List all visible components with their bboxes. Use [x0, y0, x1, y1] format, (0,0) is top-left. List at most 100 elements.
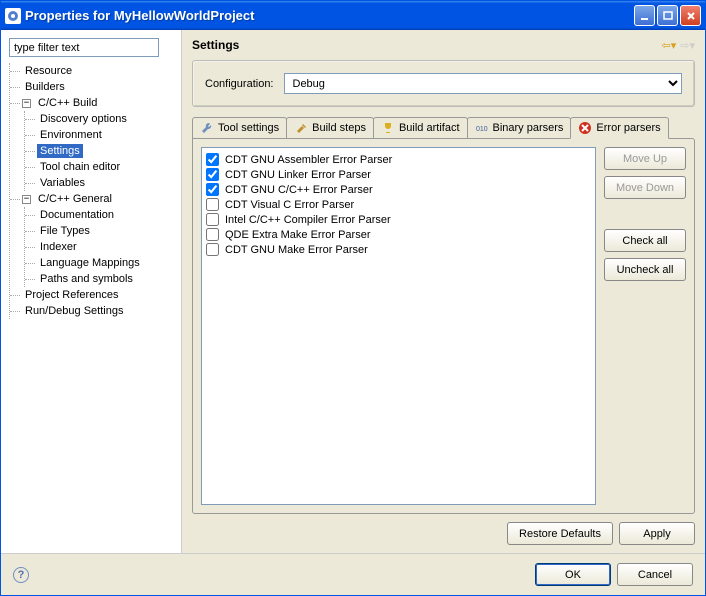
- parser-checkbox[interactable]: [206, 198, 219, 211]
- parser-label: Intel C/C++ Compiler Error Parser: [225, 214, 391, 226]
- tree-label[interactable]: Builders: [22, 80, 68, 94]
- uncheck-all-button[interactable]: Uncheck all: [604, 258, 686, 281]
- tree-label[interactable]: Paths and symbols: [37, 272, 136, 286]
- parser-checkbox[interactable]: [206, 168, 219, 181]
- parser-item[interactable]: CDT GNU Linker Error Parser: [206, 167, 591, 182]
- collapse-icon[interactable]: −: [22, 195, 31, 204]
- parser-label: QDE Extra Make Error Parser: [225, 229, 370, 241]
- tree-item[interactable]: File Types: [33, 223, 173, 239]
- tree-label[interactable]: Tool chain editor: [37, 160, 123, 174]
- check-all-button[interactable]: Check all: [604, 229, 686, 252]
- tree-item[interactable]: Indexer: [33, 239, 173, 255]
- apply-button[interactable]: Apply: [619, 522, 695, 545]
- tree-item[interactable]: Paths and symbols: [33, 271, 173, 287]
- parser-label: CDT GNU C/C++ Error Parser: [225, 184, 373, 196]
- tab-label: Tool settings: [218, 122, 279, 134]
- nav-tree: ResourceBuilders−C/C++ BuildDiscovery op…: [9, 63, 173, 319]
- tree-item[interactable]: Documentation: [33, 207, 173, 223]
- tree-item[interactable]: Variables: [33, 175, 173, 191]
- tab-build-steps[interactable]: Build steps: [286, 117, 374, 138]
- tree-label[interactable]: C/C++ General: [35, 192, 115, 206]
- titlebar[interactable]: Properties for MyHellowWorldProject: [1, 1, 705, 30]
- tree-item[interactable]: Resource: [18, 63, 173, 79]
- page-title: Settings: [192, 38, 662, 52]
- minimize-button[interactable]: [634, 5, 655, 26]
- svg-text:010: 010: [476, 126, 488, 133]
- parser-item[interactable]: CDT GNU Assembler Error Parser: [206, 152, 591, 167]
- help-icon[interactable]: ?: [13, 567, 29, 583]
- ok-button[interactable]: OK: [535, 563, 611, 586]
- tab-error-parsers-body: CDT GNU Assembler Error Parser CDT GNU Li…: [192, 138, 695, 514]
- tabs-strip: Tool settings Build steps Build artifact 01…: [192, 117, 695, 138]
- config-box: Configuration: Debug: [192, 60, 695, 107]
- tree-label[interactable]: Documentation: [37, 208, 117, 222]
- move-up-button[interactable]: Move Up: [604, 147, 686, 170]
- tab-label: Build artifact: [399, 122, 460, 134]
- tree-label[interactable]: Discovery options: [37, 112, 130, 126]
- footer: ? OK Cancel: [1, 553, 705, 595]
- parser-label: CDT GNU Assembler Error Parser: [225, 154, 392, 166]
- cancel-button[interactable]: Cancel: [617, 563, 693, 586]
- tree-label[interactable]: Run/Debug Settings: [22, 304, 126, 318]
- config-select[interactable]: Debug: [284, 73, 683, 94]
- tree-item[interactable]: −C/C++ Build: [18, 95, 173, 111]
- hammer-icon: [294, 121, 308, 135]
- tab-error-parsers[interactable]: Error parsers: [570, 117, 668, 139]
- parser-checkbox[interactable]: [206, 153, 219, 166]
- maximize-button[interactable]: [657, 5, 678, 26]
- parser-label: CDT GNU Linker Error Parser: [225, 169, 371, 181]
- tree-label[interactable]: File Types: [37, 224, 93, 238]
- tree-label[interactable]: Variables: [37, 176, 88, 190]
- move-down-button[interactable]: Move Down: [604, 176, 686, 199]
- tree-item[interactable]: Discovery options: [33, 111, 173, 127]
- forward-arrow-icon[interactable]: ⇨▾: [680, 39, 695, 52]
- collapse-icon[interactable]: −: [22, 99, 31, 108]
- nav-arrows: ⇦▾ ⇨▾: [662, 39, 696, 52]
- parser-list[interactable]: CDT GNU Assembler Error Parser CDT GNU Li…: [201, 147, 596, 505]
- parser-item[interactable]: Intel C/C++ Compiler Error Parser: [206, 212, 591, 227]
- error-icon: [578, 121, 592, 135]
- tab-label: Build steps: [312, 122, 366, 134]
- tree-item[interactable]: Project References: [18, 287, 173, 303]
- tree-item[interactable]: −C/C++ General: [18, 191, 173, 207]
- filter-input[interactable]: [9, 38, 159, 57]
- parser-item[interactable]: CDT Visual C Error Parser: [206, 197, 591, 212]
- restore-defaults-button[interactable]: Restore Defaults: [507, 522, 613, 545]
- right-panel: Settings ⇦▾ ⇨▾ Configuration: Debug Tool…: [181, 30, 705, 553]
- tab-label: Error parsers: [596, 122, 660, 134]
- tree-label[interactable]: Language Mappings: [37, 256, 143, 270]
- config-label: Configuration:: [205, 78, 274, 90]
- parser-checkbox[interactable]: [206, 213, 219, 226]
- tab-build-artifact[interactable]: Build artifact: [373, 117, 468, 138]
- parser-label: CDT Visual C Error Parser: [225, 199, 354, 211]
- parser-checkbox[interactable]: [206, 228, 219, 241]
- tree-label[interactable]: Settings: [37, 144, 83, 158]
- tree-item[interactable]: Run/Debug Settings: [18, 303, 173, 319]
- tree-item[interactable]: Environment: [33, 127, 173, 143]
- tree-item[interactable]: Settings: [33, 143, 173, 159]
- tree-item[interactable]: Builders: [18, 79, 173, 95]
- tree-item[interactable]: Language Mappings: [33, 255, 173, 271]
- tab-binary-parsers[interactable]: 010 Binary parsers: [467, 117, 572, 138]
- tree-label[interactable]: Environment: [37, 128, 105, 142]
- tab-label: Binary parsers: [493, 122, 564, 134]
- parser-checkbox[interactable]: [206, 243, 219, 256]
- left-panel: ResourceBuilders−C/C++ BuildDiscovery op…: [1, 30, 181, 553]
- trophy-icon: [381, 121, 395, 135]
- parser-checkbox[interactable]: [206, 183, 219, 196]
- parser-item[interactable]: CDT GNU Make Error Parser: [206, 242, 591, 257]
- tree-label[interactable]: Resource: [22, 64, 75, 78]
- window-controls: [634, 5, 701, 26]
- close-button[interactable]: [680, 5, 701, 26]
- back-arrow-icon[interactable]: ⇦▾: [662, 39, 677, 52]
- tree-item[interactable]: Tool chain editor: [33, 159, 173, 175]
- tree-label[interactable]: Indexer: [37, 240, 80, 254]
- parser-item[interactable]: QDE Extra Make Error Parser: [206, 227, 591, 242]
- window-title: Properties for MyHellowWorldProject: [25, 8, 634, 23]
- parser-item[interactable]: CDT GNU C/C++ Error Parser: [206, 182, 591, 197]
- parser-label: CDT GNU Make Error Parser: [225, 244, 368, 256]
- app-icon: [5, 8, 21, 24]
- tab-tool-settings[interactable]: Tool settings: [192, 117, 287, 138]
- tree-label[interactable]: C/C++ Build: [35, 96, 100, 110]
- tree-label[interactable]: Project References: [22, 288, 122, 302]
